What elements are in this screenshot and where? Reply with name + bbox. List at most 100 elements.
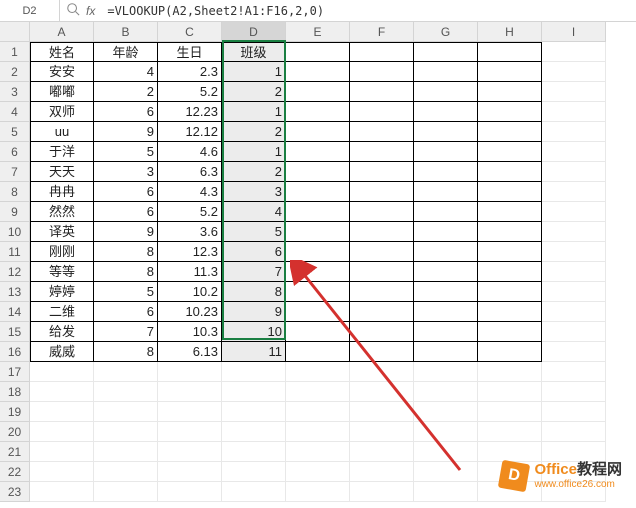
cell[interactable] (414, 42, 478, 62)
cell[interactable] (158, 482, 222, 502)
cell[interactable] (222, 362, 286, 382)
cell[interactable] (414, 362, 478, 382)
cell[interactable] (414, 262, 478, 282)
cell[interactable] (542, 342, 606, 362)
cell[interactable] (94, 382, 158, 402)
cell[interactable]: 嘟嘟 (30, 82, 94, 102)
row-header[interactable]: 7 (0, 162, 30, 182)
cell[interactable] (478, 82, 542, 102)
cell[interactable]: 6 (222, 242, 286, 262)
row-header[interactable]: 9 (0, 202, 30, 222)
cell[interactable] (30, 442, 94, 462)
cell[interactable] (542, 142, 606, 162)
cell[interactable]: 给发 (30, 322, 94, 342)
column-header-d[interactable]: D (222, 22, 286, 42)
cell[interactable] (286, 182, 350, 202)
cell[interactable] (94, 402, 158, 422)
cell[interactable] (350, 262, 414, 282)
cell[interactable]: 11 (222, 342, 286, 362)
cell[interactable] (350, 182, 414, 202)
cell[interactable]: uu (30, 122, 94, 142)
cell[interactable] (94, 442, 158, 462)
cell[interactable] (478, 382, 542, 402)
row-header[interactable]: 17 (0, 362, 30, 382)
cell[interactable]: 3 (222, 182, 286, 202)
cell[interactable] (286, 62, 350, 82)
cell[interactable]: 6.3 (158, 162, 222, 182)
row-header[interactable]: 6 (0, 142, 30, 162)
cell[interactable] (286, 122, 350, 142)
cell[interactable] (542, 162, 606, 182)
cell[interactable] (286, 482, 350, 502)
cell[interactable]: 10.23 (158, 302, 222, 322)
cell[interactable] (286, 362, 350, 382)
cell[interactable] (222, 442, 286, 462)
cell[interactable] (478, 202, 542, 222)
cell[interactable] (478, 362, 542, 382)
cell[interactable] (286, 162, 350, 182)
cell[interactable] (350, 122, 414, 142)
cell[interactable]: 6.13 (158, 342, 222, 362)
cell[interactable] (350, 342, 414, 362)
cell[interactable] (478, 302, 542, 322)
row-header[interactable]: 4 (0, 102, 30, 122)
select-all-corner[interactable] (0, 22, 30, 42)
cell[interactable] (30, 382, 94, 402)
cell[interactable]: 2.3 (158, 62, 222, 82)
cell[interactable] (414, 382, 478, 402)
cell[interactable] (286, 422, 350, 442)
column-header-a[interactable]: A (30, 22, 94, 42)
cell[interactable] (478, 222, 542, 242)
cell[interactable] (30, 362, 94, 382)
cell[interactable] (350, 382, 414, 402)
cell[interactable] (542, 202, 606, 222)
cell[interactable]: 10.3 (158, 322, 222, 342)
cell[interactable]: 生日 (158, 42, 222, 62)
cell[interactable]: 1 (222, 142, 286, 162)
cell[interactable] (478, 402, 542, 422)
row-header[interactable]: 13 (0, 282, 30, 302)
cell[interactable] (414, 142, 478, 162)
cell[interactable]: 7 (222, 262, 286, 282)
cell[interactable] (286, 302, 350, 322)
cell[interactable] (478, 62, 542, 82)
cell[interactable]: 12.3 (158, 242, 222, 262)
cell[interactable]: 2 (222, 162, 286, 182)
cell[interactable] (286, 402, 350, 422)
cell[interactable]: 6 (94, 202, 158, 222)
cell[interactable] (350, 242, 414, 262)
cell[interactable]: 然然 (30, 202, 94, 222)
cell[interactable]: 9 (94, 122, 158, 142)
cell[interactable]: 3.6 (158, 222, 222, 242)
cell[interactable]: 刚刚 (30, 242, 94, 262)
row-header[interactable]: 2 (0, 62, 30, 82)
cell[interactable]: 8 (94, 262, 158, 282)
cell[interactable]: 班级 (222, 42, 286, 62)
cell[interactable] (350, 422, 414, 442)
cell[interactable]: 5.2 (158, 202, 222, 222)
cell[interactable] (158, 442, 222, 462)
cell[interactable]: 2 (222, 82, 286, 102)
cell[interactable] (350, 402, 414, 422)
row-header[interactable]: 5 (0, 122, 30, 142)
cell[interactable] (414, 222, 478, 242)
column-header-f[interactable]: F (350, 22, 414, 42)
row-header[interactable]: 3 (0, 82, 30, 102)
formula-input[interactable]: =VLOOKUP(A2,Sheet2!A1:F16,2,0) (101, 0, 636, 22)
cell[interactable] (414, 342, 478, 362)
cell[interactable] (478, 122, 542, 142)
cell[interactable] (286, 142, 350, 162)
cell[interactable] (414, 402, 478, 422)
cell[interactable] (350, 462, 414, 482)
cell[interactable]: 4.3 (158, 182, 222, 202)
row-header[interactable]: 8 (0, 182, 30, 202)
cell[interactable] (478, 42, 542, 62)
cell[interactable] (94, 362, 158, 382)
cell[interactable] (158, 402, 222, 422)
cell[interactable] (414, 122, 478, 142)
cell[interactable] (350, 62, 414, 82)
cell[interactable] (414, 62, 478, 82)
cell[interactable] (414, 302, 478, 322)
cell[interactable]: 11.3 (158, 262, 222, 282)
cell[interactable]: 双师 (30, 102, 94, 122)
